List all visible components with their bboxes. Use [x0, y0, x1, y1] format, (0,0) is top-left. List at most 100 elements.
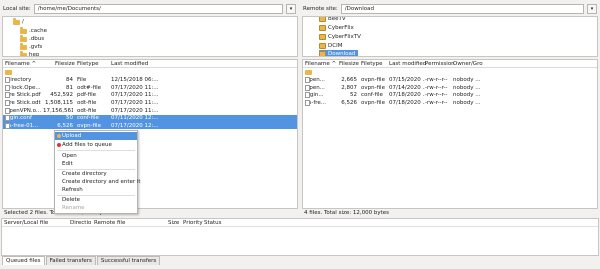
col-last-modified[interactable]: Last modified: [389, 61, 426, 67]
remote-path-input[interactable]: /Download: [340, 4, 584, 14]
file-name: .~lock.Ope...: [5, 84, 41, 91]
chevron-down-icon: ▾: [590, 6, 594, 12]
file-icon: [305, 92, 310, 99]
file-name: Fire Stick.pdf: [5, 92, 41, 99]
col-remote-file[interactable]: Remote file: [94, 220, 125, 226]
tree-item[interactable]: hep: [20, 51, 39, 56]
transfer-queue[interactable]: Server/Local file Directio Remote file S…: [1, 218, 599, 256]
menu-add-to-queue[interactable]: Add files to queue: [55, 141, 137, 149]
folder-icon: [5, 70, 12, 75]
table-row[interactable]: Fire Stick.odt 1,508,115 odt-file 07/17/202…: [3, 99, 297, 106]
tree-item-root[interactable]: /: [13, 18, 24, 26]
file-modified: 07/17/2020 11:...: [111, 84, 159, 91]
menu-separator: [57, 150, 135, 151]
menu-open[interactable]: Open: [55, 152, 137, 160]
tab-failed-transfers[interactable]: Failed transfers: [45, 256, 96, 265]
file-owner: nobody ...: [453, 92, 481, 99]
file-modified: 07/17/2020 11:...: [111, 107, 159, 114]
file-modified: 07/14/2020 ...: [389, 84, 425, 91]
remote-status: 4 files. Total size: 12,000 bytes: [304, 210, 389, 216]
table-row[interactable]: us-free-01... 6,526 ovpn-file 07/17/2020 12…: [3, 122, 297, 130]
table-row[interactable]: login... 52 conf-file 07/18/2020 ... -rw-r--…: [303, 92, 597, 99]
local-path-dropdown[interactable]: ▾: [286, 4, 296, 14]
file-size: 81: [66, 84, 73, 91]
folder-icon: [319, 34, 326, 40]
col-size[interactable]: Size: [168, 220, 179, 226]
file-modified: 07/15/2020 ...: [389, 77, 425, 84]
file-icon: [305, 77, 310, 84]
col-server-local-file[interactable]: Server/Local file: [4, 220, 48, 226]
file-modified: 07/18/2020 ...: [389, 99, 425, 106]
table-row[interactable]: Open... 2,807 ovpn-file 07/14/2020 ... -rw-r…: [303, 84, 597, 91]
col-owner-group[interactable]: Owner/Gro: [453, 61, 483, 67]
table-row[interactable]: .~lock.Ope... 81 odt#-file 07/17/2020 11:..…: [3, 84, 297, 91]
file-name: OpenVPN.o...: [5, 107, 42, 114]
tree-item[interactable]: CyberFlixTV: [319, 33, 361, 41]
table-row[interactable]: ..: [3, 69, 297, 76]
tab-successful-transfers[interactable]: Successful transfers: [96, 256, 161, 265]
file-size: 50: [66, 115, 73, 122]
tree-item[interactable]: CyberFlix: [319, 24, 354, 32]
file-perm: -rw-r--r--: [425, 99, 448, 106]
col-priority[interactable]: Priority: [183, 220, 203, 226]
file-type: ovpn-file: [77, 122, 101, 129]
file-size: 2,807: [341, 84, 357, 91]
remote-path-dropdown[interactable]: ▾: [587, 4, 597, 14]
menu-upload[interactable]: Upload: [55, 132, 137, 140]
tree-item-selected[interactable]: Download: [319, 50, 359, 56]
file-type: ovpn-file: [361, 84, 385, 91]
col-filename[interactable]: Filename ^: [305, 61, 336, 67]
table-row[interactable]: Open... 2,665 ovpn-file 07/15/2020 ... -rw-r…: [303, 77, 597, 84]
menu-refresh[interactable]: Refresh: [55, 186, 137, 194]
local-site-label: Local site:: [3, 6, 31, 12]
tree-item[interactable]: BeeTV: [319, 17, 346, 23]
menu-edit[interactable]: Edit: [55, 160, 137, 168]
col-filesize[interactable]: Filesize: [339, 61, 359, 67]
remote-list-header: Filename ^ Filesize Filetype Last modifi…: [303, 60, 597, 68]
menu-create-directory-enter[interactable]: Create directory and enter it: [55, 178, 141, 186]
file-context-menu: Upload Add files to queue Open Edit Crea…: [54, 130, 141, 214]
table-row[interactable]: .directory 84 File 12/15/2018 06:...: [3, 77, 297, 84]
folder-icon: [305, 70, 312, 75]
file-modified: 12/15/2018 06:...: [111, 77, 159, 84]
remote-file-list[interactable]: Filename ^ Filesize Filetype Last modifi…: [302, 59, 598, 209]
col-direction[interactable]: Directio: [70, 220, 91, 226]
tree-item[interactable]: .dbus: [20, 35, 44, 43]
col-filetype[interactable]: Filetype: [77, 61, 99, 67]
col-filetype[interactable]: Filetype: [361, 61, 383, 67]
file-type: odt#-file: [77, 84, 101, 91]
file-size: 52: [350, 92, 357, 99]
file-type: File: [77, 77, 87, 84]
tree-item[interactable]: .gvfs: [20, 43, 42, 51]
folder-icon: [13, 18, 20, 25]
queue-tabs: Queued files Failed transfers Successful…: [2, 256, 161, 265]
queue-header: Server/Local file Directio Remote file S…: [2, 219, 598, 227]
local-directory-tree[interactable]: / .cache .dbus .gvfs hep: [2, 16, 298, 57]
add-queue-icon: [57, 143, 61, 147]
tree-item[interactable]: DCIM: [319, 42, 342, 50]
col-filename[interactable]: Filename ^: [5, 61, 36, 67]
table-row[interactable]: Fire Stick.pdf 452,592 pdf-file 07/17/2020 …: [3, 92, 297, 99]
file-icon: [5, 77, 10, 84]
col-status[interactable]: Status: [204, 220, 222, 226]
folder-icon: [319, 43, 326, 49]
file-size: 2,665: [341, 77, 357, 84]
tree-item[interactable]: .cache: [20, 27, 47, 35]
menu-create-directory[interactable]: Create directory: [55, 170, 137, 178]
col-filesize[interactable]: Filesize: [55, 61, 75, 67]
table-row[interactable]: us-fre... 6,526 ovpn-file 07/18/2020 ... -rw…: [303, 99, 597, 106]
menu-delete[interactable]: Delete: [55, 196, 137, 204]
local-site-bar: Local site: /home/me/Documents/ ▾: [3, 3, 296, 15]
file-type: conf-file: [77, 115, 99, 122]
table-row[interactable]: ..: [303, 69, 597, 76]
tab-queued-files[interactable]: Queued files: [2, 256, 45, 265]
remote-directory-tree[interactable]: BeeTV CyberFlix CyberFlixTV DCIM Downloa…: [302, 16, 598, 57]
col-permission[interactable]: Permission: [425, 61, 455, 67]
file-modified: 07/17/2020 11:...: [111, 92, 159, 99]
col-last-modified[interactable]: Last modified: [111, 61, 148, 67]
local-path-input[interactable]: /home/me/Documents/: [33, 4, 283, 14]
local-file-list[interactable]: Filename ^ Filesize Filetype Last modifi…: [2, 59, 298, 209]
table-row[interactable]: login.conf 50 conf-file 07/11/2020 12:...: [3, 114, 297, 122]
file-modified: 07/18/2020 ...: [389, 92, 425, 99]
table-row[interactable]: OpenVPN.o... 17,156,561 odt-file 07/17/2020…: [3, 107, 297, 114]
